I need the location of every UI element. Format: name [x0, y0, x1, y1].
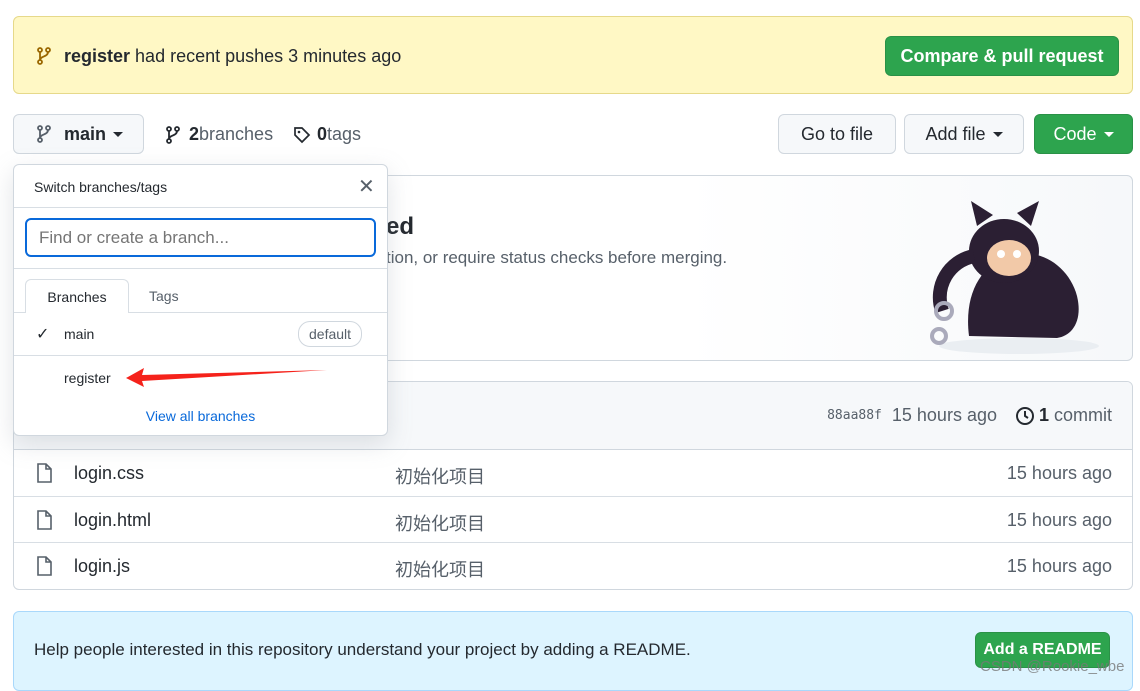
branch-select-button[interactable]: main	[13, 114, 144, 154]
watermark: CSDN @Rookie_wbe	[980, 658, 1125, 675]
code-label: Code	[1053, 123, 1097, 144]
commit-message[interactable]: 初始化项目	[395, 556, 485, 582]
branch-filter-input[interactable]	[25, 218, 376, 257]
go-to-file-button[interactable]: Go to file	[778, 114, 896, 154]
commit-time: 15 hours ago	[891, 405, 997, 425]
file-row: login.html 初始化项目 15 hours ago	[14, 496, 1132, 542]
current-branch: main	[64, 123, 107, 144]
tags-count: 0	[317, 124, 328, 144]
protection-description: tion, or require status checks before me…	[386, 248, 728, 267]
commit-message[interactable]: 初始化项目	[395, 510, 485, 536]
tab-branches[interactable]: Branches	[25, 279, 129, 313]
file-name[interactable]: login.css	[74, 463, 144, 484]
branch-icon	[37, 125, 51, 143]
tag-icon	[294, 126, 311, 143]
file-time: 15 hours ago	[1006, 510, 1112, 530]
file-time: 15 hours ago	[1006, 463, 1112, 483]
caret-icon	[113, 131, 124, 137]
protection-title: ed	[386, 213, 415, 240]
branch-item-main[interactable]: ✓ main default	[14, 313, 387, 356]
file-icon	[37, 556, 52, 576]
tags-label: tags	[327, 124, 362, 144]
caret-icon	[1103, 131, 1114, 137]
push-banner: register had recent pushes 3 minutes ago…	[13, 16, 1133, 94]
commit-sha[interactable]: 88aa88f	[827, 408, 882, 423]
branches-label: branches	[199, 124, 274, 144]
commit-message[interactable]: 初始化项目	[395, 463, 485, 489]
readme-text: Help people interested in this repositor…	[34, 640, 691, 659]
tab-tags[interactable]: Tags	[149, 288, 179, 304]
branches-link[interactable]: 2 branches	[165, 124, 273, 145]
commit-count-label: commit	[1049, 405, 1112, 425]
dropdown-title: Switch branches/tags	[34, 179, 168, 195]
readme-prompt: Help people interested in this repositor…	[13, 611, 1133, 691]
branch-name: register	[64, 370, 111, 386]
branch-switcher-dropdown: Switch branches/tags ✕ Branches Tags ✓ m…	[13, 164, 388, 436]
file-name[interactable]: login.html	[74, 510, 151, 531]
commits-link[interactable]: 1 commit	[1039, 405, 1112, 426]
default-badge: default	[298, 321, 363, 347]
caret-icon	[992, 131, 1003, 137]
file-row: login.js 初始化项目 15 hours ago	[14, 542, 1132, 588]
file-icon	[37, 463, 52, 483]
banner-branch[interactable]: register	[64, 46, 130, 66]
file-time: 15 hours ago	[1006, 556, 1112, 576]
octocat-illustration	[930, 201, 1099, 354]
add-file-label: Add file	[925, 123, 986, 144]
add-file-button[interactable]: Add file	[904, 114, 1024, 154]
file-row: login.css 初始化项目 15 hours ago	[14, 450, 1132, 496]
branch-icon	[37, 47, 51, 65]
close-icon[interactable]: ✕	[358, 174, 375, 199]
file-name[interactable]: login.js	[74, 556, 130, 577]
branch-name: main	[64, 326, 95, 342]
compare-pull-request-button[interactable]: Compare & pull request	[885, 36, 1119, 76]
red-arrow-annotation	[126, 368, 327, 387]
branch-icon	[166, 125, 180, 144]
view-all-branches-link[interactable]: View all branches	[14, 408, 387, 424]
branches-count: 2	[189, 124, 200, 144]
file-icon	[37, 510, 52, 530]
check-icon: ✓	[36, 326, 50, 343]
banner-text: had recent pushes 3 minutes ago	[130, 46, 402, 66]
commit-count: 1	[1038, 405, 1049, 425]
tags-link[interactable]: 0 tags	[293, 124, 361, 145]
history-icon	[1015, 406, 1034, 425]
code-button[interactable]: Code	[1034, 114, 1133, 154]
